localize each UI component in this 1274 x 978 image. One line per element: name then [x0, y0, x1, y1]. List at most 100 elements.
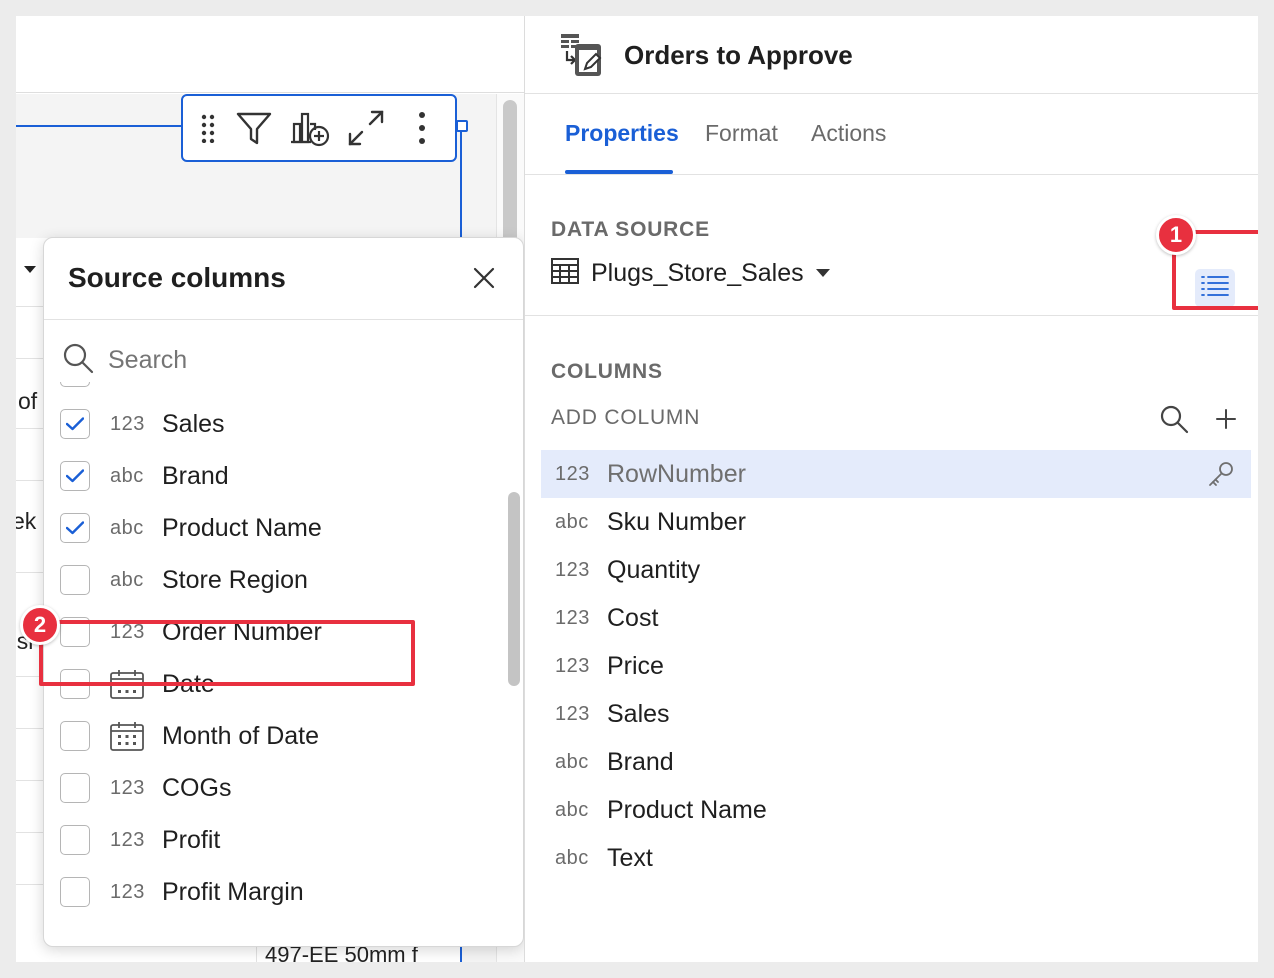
resize-handle[interactable] — [456, 120, 468, 132]
popover-title: Source columns — [68, 262, 286, 293]
table-row-divider — [16, 572, 46, 573]
column-type-label: abc — [555, 510, 589, 533]
checkbox[interactable] — [60, 565, 90, 595]
table-row-divider — [16, 428, 46, 429]
source-column-name: Product Name — [162, 513, 322, 542]
column-name: Sku Number — [607, 507, 746, 536]
column-type-label: 123 — [555, 462, 590, 485]
column-item[interactable]: abc Text — [541, 834, 1251, 882]
checkbox-checked[interactable] — [60, 513, 90, 543]
chevron-down-icon — [815, 265, 830, 283]
checkbox[interactable] — [60, 721, 90, 751]
data-source-select[interactable]: Plugs_Store_Sales — [551, 258, 830, 289]
table-cell-fragment: ek — [16, 508, 37, 534]
canvas-scrollbar-thumb[interactable] — [503, 100, 517, 248]
annotation-highlight-2 — [39, 620, 415, 686]
data-source-label: DATA SOURCE — [551, 218, 710, 241]
column-item[interactable]: 123 Sales — [541, 690, 1251, 738]
column-type-label: 123 — [555, 558, 590, 581]
column-item[interactable]: 123 Cost — [541, 594, 1251, 642]
app-frame: of ek esi 497-EE 50mm f — [16, 16, 1258, 962]
column-item[interactable]: 123 Quantity — [541, 546, 1251, 594]
column-name: Text — [607, 843, 653, 872]
canvas-header — [16, 16, 524, 93]
expand-icon[interactable] — [343, 105, 389, 151]
source-column-item[interactable]: 123 Profit Margin — [44, 866, 523, 918]
columns-section: COLUMNS ADD COLUMN 123 RowNumber abc Sku Nu… — [525, 316, 1258, 962]
workbook-canvas: of ek esi 497-EE 50mm f — [16, 16, 524, 962]
table-row-divider — [16, 728, 46, 729]
source-column-item[interactable]: abc Product Name — [44, 502, 523, 554]
column-item[interactable]: 123 RowNumber — [541, 450, 1251, 498]
checkbox[interactable] — [60, 825, 90, 855]
checkbox[interactable] — [60, 877, 90, 907]
more-vertical-icon[interactable] — [399, 105, 445, 151]
tab-properties[interactable]: Properties — [565, 120, 679, 147]
tab-format[interactable]: Format — [705, 120, 778, 147]
column-type-label: abc — [110, 516, 144, 539]
search-icon[interactable] — [1157, 402, 1191, 436]
source-column-item[interactable]: 123Price — [44, 382, 523, 398]
column-type-label: abc — [555, 846, 589, 869]
source-columns-popover: Source columns 123Price123SalesabcBranda… — [43, 237, 524, 947]
table-row-divider — [16, 306, 46, 307]
tab-actions[interactable]: Actions — [811, 120, 886, 147]
checkbox[interactable] — [60, 773, 90, 803]
popover-header: Source columns — [44, 238, 523, 320]
source-column-item[interactable]: 123 Sales — [44, 398, 523, 450]
table-row-divider — [16, 832, 46, 833]
annotation-badge-1: 1 — [1156, 215, 1196, 255]
column-type-label: 123 — [110, 880, 145, 903]
close-icon[interactable] — [468, 262, 500, 294]
drag-handle-icon[interactable] — [195, 105, 221, 151]
search-input[interactable] — [108, 345, 448, 375]
column-item[interactable]: 123 Price — [541, 642, 1251, 690]
source-column-item[interactable]: abc Store Region — [44, 554, 523, 606]
column-type-label: abc — [555, 798, 589, 821]
columns-label: COLUMNS — [551, 360, 663, 383]
add-column-button[interactable] — [1209, 402, 1243, 436]
column-type-label: 123 — [110, 776, 145, 799]
column-type-label: 123 — [110, 382, 162, 384]
column-name: Product Name — [607, 795, 767, 824]
annotation-badge-2: 2 — [20, 605, 60, 645]
key-icon — [1207, 460, 1235, 488]
filter-icon[interactable] — [231, 105, 277, 151]
column-name: Cost — [607, 603, 659, 632]
panel-tabs: Properties Format Actions — [525, 94, 1258, 175]
checkbox-checked[interactable] — [60, 409, 90, 439]
column-name: Quantity — [607, 555, 701, 584]
table-row-divider — [16, 358, 46, 359]
table-row-divider — [16, 480, 46, 481]
add-chart-icon[interactable] — [287, 105, 333, 151]
column-menu-arrow-icon[interactable] — [24, 266, 36, 273]
source-column-name: Price — [162, 382, 219, 387]
source-column-name: COGs — [162, 773, 232, 802]
element-toolbar — [181, 94, 457, 162]
source-column-name: Store Region — [162, 565, 308, 594]
source-column-name: Month of Date — [162, 721, 320, 750]
popover-scrollbar-thumb[interactable] — [508, 492, 520, 686]
column-type-label: 123 — [555, 654, 590, 677]
input-table-icon — [559, 32, 605, 78]
data-source-section: DATA SOURCE Plugs_Store_Sales — [525, 176, 1258, 316]
add-column-label: ADD COLUMN — [551, 406, 701, 429]
active-tab-indicator — [565, 170, 673, 174]
source-column-item[interactable]: 123 Profit — [44, 814, 523, 866]
column-type-label: abc — [110, 464, 144, 487]
checkbox-checked[interactable] — [60, 461, 90, 491]
source-column-item[interactable]: Month of Date — [44, 710, 523, 762]
source-column-name: Sales — [162, 409, 225, 438]
add-column-row: ADD COLUMN — [525, 396, 1258, 440]
column-item[interactable]: abc Product Name — [541, 786, 1251, 834]
checkbox-checked[interactable] — [60, 382, 90, 387]
table-cell-fragment: of — [18, 388, 38, 414]
source-column-item[interactable]: abc Brand — [44, 450, 523, 502]
column-item[interactable]: abc Brand — [541, 738, 1251, 786]
column-type-label: 123 — [110, 828, 145, 851]
table-icon — [551, 258, 579, 289]
column-item[interactable]: abc Sku Number — [541, 498, 1251, 546]
columns-list: 123 RowNumber abc Sku Number 123 Quantity 123 C… — [541, 450, 1251, 882]
column-type-label: 123 — [555, 702, 590, 725]
source-column-item[interactable]: 123 COGs — [44, 762, 523, 814]
